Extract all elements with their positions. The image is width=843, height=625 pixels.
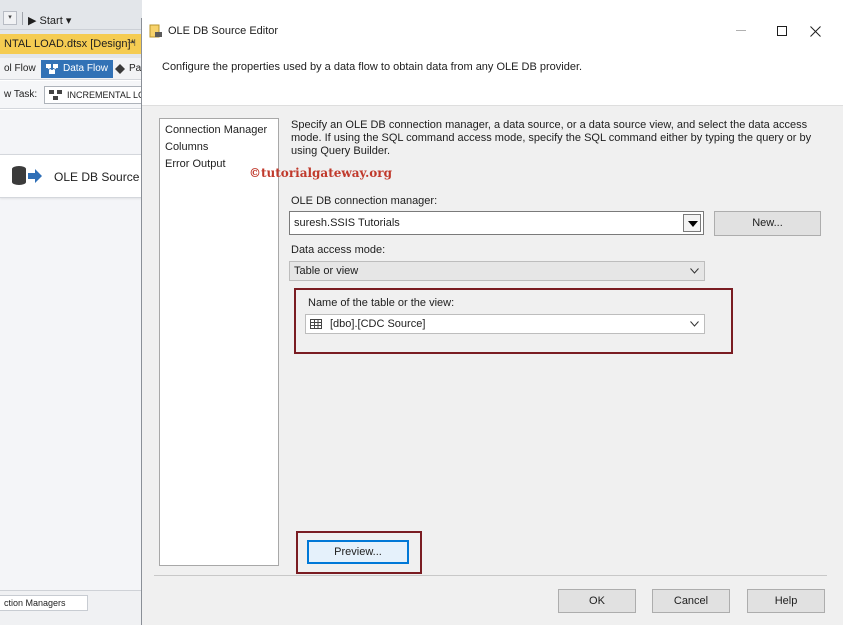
access-mode-value: Table or view (294, 265, 359, 277)
table-name-select[interactable]: [dbo].[CDC Source] (305, 314, 705, 334)
caret-down-icon (688, 221, 698, 227)
vs-toolbar: ▾ ▶ Start ▾ (0, 0, 142, 30)
connection-manager-label: OLE DB connection manager: (291, 195, 438, 207)
document-tab-label: NTAL LOAD.dtsx [Design]* (4, 38, 135, 50)
instructions-text: Specify an OLE DB connection manager, a … (291, 119, 812, 157)
play-icon: ▶ (28, 15, 37, 27)
dialog-title: OLE DB Source Editor (168, 25, 279, 37)
chevron-down-icon: ▾ (65, 15, 72, 27)
help-button[interactable]: Help (747, 589, 825, 613)
dialog-description: Configure the properties used by a data … (162, 61, 583, 73)
table-name-label: Name of the table or the view: (308, 297, 455, 309)
ole-db-source-label: OLE DB Source (54, 170, 140, 184)
start-label: Start (39, 15, 63, 27)
connection-manager-select[interactable]: suresh.SSIS Tutorials (289, 211, 704, 235)
tab-control-flow[interactable]: ol Flow (4, 63, 36, 74)
preview-button[interactable]: Preview... (307, 540, 409, 564)
ok-button[interactable]: OK (558, 589, 636, 613)
minimize-button[interactable] (721, 18, 766, 44)
access-mode-select[interactable]: Table or view (289, 261, 705, 281)
close-icon (810, 26, 821, 37)
dialog-titlebar: OLE DB Source Editor (142, 18, 843, 44)
nav-item-columns[interactable]: Columns (160, 139, 278, 156)
ole-db-source-editor-dialog: OLE DB Source Editor Configure the prope… (141, 18, 843, 625)
task-selector-row: w Task: INCREMENTAL LC (0, 81, 142, 109)
task-label: w Task: (4, 89, 38, 100)
designer-tabs: ol Flow Data Flow Pa (0, 58, 142, 80)
watermark-text: ©tutorialgateway.org (249, 166, 392, 180)
toolbar-separator (22, 12, 23, 25)
connection-dropdown-button[interactable] (683, 214, 701, 232)
ole-db-source-component[interactable]: OLE DB Source (0, 154, 142, 198)
task-selector-value: INCREMENTAL LC (67, 90, 142, 100)
ole-db-editor-icon (149, 24, 162, 38)
data-flow-icon (46, 64, 58, 74)
table-name-value: [dbo].[CDC Source] (330, 318, 426, 330)
editor-navigation: Connection Manager Columns Error Output (159, 118, 279, 566)
ole-db-source-icon (12, 166, 42, 185)
document-tabbar: NTAL LOAD.dtsx [Design]* ⊣ (0, 30, 142, 58)
bottom-panel: ction Managers (0, 590, 142, 625)
chevron-down-icon (690, 321, 699, 327)
task-icon (49, 90, 62, 100)
chevron-down-icon (690, 268, 699, 274)
access-mode-label: Data access mode: (291, 244, 386, 256)
connection-managers-tab[interactable]: ction Managers (0, 595, 88, 611)
tab-parameters[interactable]: Pa (114, 60, 141, 78)
document-tab[interactable]: NTAL LOAD.dtsx [Design]* ⊣ (0, 34, 142, 54)
new-connection-button[interactable]: New... (714, 211, 821, 236)
minimize-icon (736, 30, 746, 31)
task-selector[interactable]: INCREMENTAL LC (44, 86, 142, 104)
close-button[interactable] (799, 18, 843, 44)
connection-manager-value: suresh.SSIS Tutorials (294, 217, 400, 229)
footer-separator (154, 575, 827, 576)
tab-data-flow-label: Data Flow (63, 63, 109, 74)
toolbar-dropdown[interactable]: ▾ (3, 11, 17, 25)
visual-studio-background: ▾ ▶ Start ▾ NTAL LOAD.dtsx [Design]* ⊣ o… (0, 0, 142, 625)
cancel-button[interactable]: Cancel (652, 589, 730, 613)
maximize-icon (777, 26, 787, 36)
nav-item-connection-manager[interactable]: Connection Manager (160, 122, 278, 139)
background-top-strip (142, 0, 843, 18)
pin-icon[interactable]: ⊣ (127, 34, 136, 54)
start-button[interactable]: ▶ Start ▾ (28, 14, 71, 27)
data-flow-canvas[interactable]: OLE DB Source (0, 110, 142, 590)
table-icon (310, 319, 322, 329)
parameters-icon (115, 64, 125, 74)
tab-parameters-label: Pa (129, 63, 142, 74)
tab-data-flow[interactable]: Data Flow (41, 60, 114, 78)
description-panel: Configure the properties used by a data … (142, 44, 843, 106)
